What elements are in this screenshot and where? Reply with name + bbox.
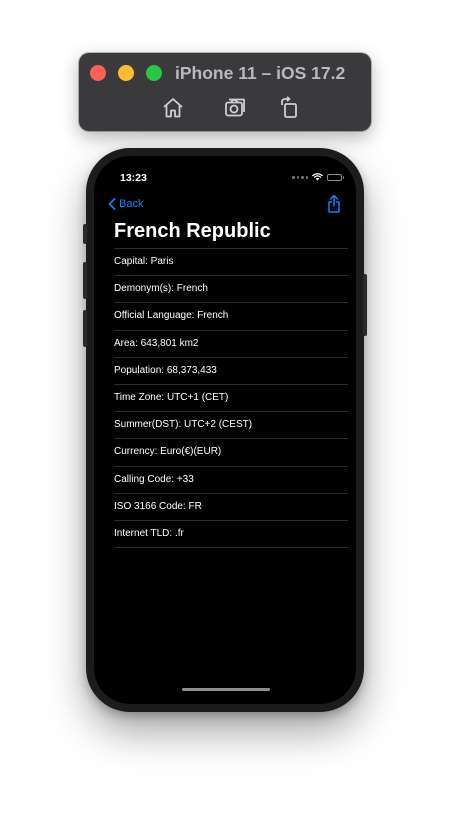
stage: iPhone 11 – iOS 17.2 13:23 Back French R… [0, 0, 450, 818]
phone-screen: 13:23 Back French Republic Capital: Pari… [94, 156, 356, 704]
side-button[interactable] [363, 274, 367, 336]
screenshot-icon[interactable] [223, 96, 247, 120]
minimize-window-button[interactable] [118, 65, 134, 81]
country-info-list: Capital: Paris Demonym(s): French Offici… [114, 248, 348, 549]
close-window-button[interactable] [90, 65, 106, 81]
status-time: 13:23 [120, 172, 147, 184]
home-icon[interactable] [161, 96, 185, 120]
home-indicator[interactable] [182, 688, 270, 691]
info-row-demonym: Demonym(s): French [114, 275, 348, 302]
volume-up-button[interactable] [83, 262, 87, 299]
info-row-population: Population: 68,373,433 [114, 356, 348, 384]
info-row-time-zone: Time Zone: UTC+1 (CET) [114, 383, 348, 411]
zoom-window-button[interactable] [146, 65, 162, 81]
ring-silent-switch[interactable] [83, 224, 87, 244]
back-button-label: Back [119, 198, 144, 210]
volume-down-button[interactable] [83, 310, 87, 347]
wifi-icon [312, 173, 323, 181]
info-row-internet-tld: Internet TLD: .fr [114, 519, 348, 549]
status-icons [292, 173, 344, 181]
back-button[interactable]: Back [108, 198, 143, 210]
battery-icon [327, 173, 344, 181]
rotate-icon[interactable] [278, 96, 302, 120]
info-row-summer-dst: Summer(DST): UTC+2 (CEST) [114, 411, 348, 438]
info-row-capital: Capital: Paris [114, 248, 348, 275]
share-icon[interactable] [326, 194, 342, 214]
info-row-calling-code: Calling Code: +33 [114, 465, 348, 493]
info-row-official-language: Official Language: French [114, 302, 348, 329]
cellular-signal-icon [292, 175, 308, 179]
simulator-window-bar: iPhone 11 – iOS 17.2 [79, 53, 371, 131]
info-row-iso-code: ISO 3166 Code: FR [114, 492, 348, 520]
simulator-title: iPhone 11 – iOS 17.2 [175, 63, 346, 83]
iphone-frame: 13:23 Back French Republic Capital: Pari… [83, 148, 367, 712]
info-row-area: Area: 643,801 km2 [114, 329, 348, 357]
chevron-left-icon [108, 198, 116, 210]
info-row-currency: Currency: Euro(€)(EUR) [114, 438, 348, 465]
page-title: French Republic [114, 220, 271, 242]
